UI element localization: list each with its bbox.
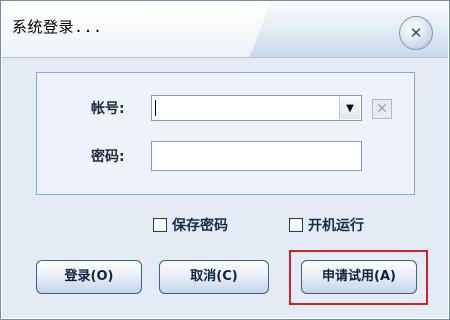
- close-icon: ✕: [409, 23, 423, 42]
- dropdown-arrow-icon[interactable]: ▼: [339, 97, 360, 119]
- save-password-checkbox[interactable]: [153, 218, 167, 232]
- autostart-option[interactable]: 开机运行: [289, 215, 364, 235]
- credentials-panel: 帐号: ▼ ✕ 密码:: [36, 72, 415, 195]
- password-field[interactable]: [151, 141, 362, 171]
- text-cursor: [155, 100, 156, 116]
- account-label: 帐号:: [91, 101, 125, 117]
- save-password-option[interactable]: 保存密码: [153, 215, 228, 235]
- password-label: 密码:: [91, 149, 125, 165]
- title-bar: 系统登录... ✕: [2, 2, 448, 58]
- dialog-body: 帐号: ▼ ✕ 密码: 保存密码 开机运行 登录(O) 取消(C) 申请试用(A…: [2, 58, 448, 318]
- autostart-checkbox[interactable]: [289, 218, 303, 232]
- autostart-label: 开机运行: [308, 218, 364, 234]
- save-password-label: 保存密码: [172, 218, 228, 234]
- login-dialog: 系统登录... ✕ 帐号: ▼ ✕ 密码: 保存密码 开机运行 登录(O) 取消…: [0, 0, 450, 320]
- cancel-button[interactable]: 取消(C): [159, 260, 269, 294]
- login-button[interactable]: 登录(O): [36, 260, 142, 294]
- dialog-title: 系统登录...: [12, 18, 103, 36]
- close-button[interactable]: ✕: [399, 16, 433, 50]
- account-combobox[interactable]: ▼: [151, 95, 362, 121]
- highlight-box: [289, 250, 428, 305]
- clear-x-icon[interactable]: ✕: [372, 99, 392, 119]
